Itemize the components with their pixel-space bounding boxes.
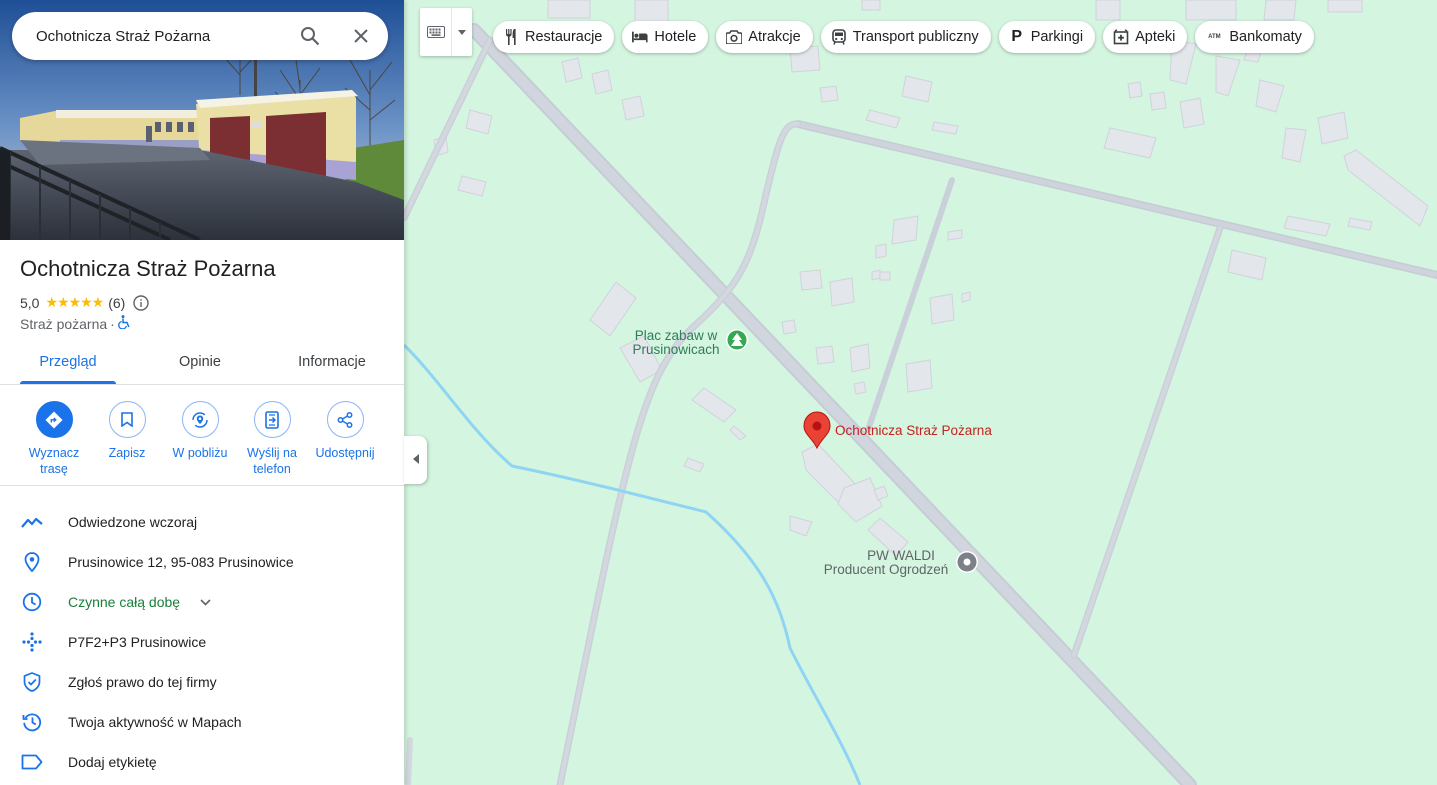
info-list: Odwiedzone wczoraj Prusinowice 12, 95-08…	[0, 502, 404, 782]
rating-row: 5,0 ★★★★★ (6)	[20, 294, 150, 311]
place-title: Ochotnicza Straż Pożarna	[20, 256, 276, 281]
atm-icon: ATM	[1208, 34, 1221, 40]
directions-button[interactable]: Wyznacz trasę	[14, 401, 94, 477]
directions-icon	[35, 401, 73, 438]
poi-business-line1: PW WALDI	[867, 548, 935, 563]
share-icon	[326, 401, 364, 438]
poi-playground-line1: Plac zabaw w	[634, 328, 718, 343]
selected-marker-icon	[803, 411, 831, 450]
info-claim-text: Zgłoś prawo do tej firmy	[68, 674, 217, 690]
verified-shield-icon	[20, 670, 44, 694]
chip-restaurants[interactable]: Restauracje	[493, 21, 615, 53]
poi-playground-line2: Prusinowicach	[632, 342, 720, 357]
clock-icon	[20, 590, 44, 614]
nearby-label: W pobliżu	[172, 446, 228, 460]
category-chips: Restauracje Hotele Atrakcje Transport pu…	[493, 21, 1314, 53]
collapse-panel-button[interactable]	[404, 436, 427, 484]
place-photo[interactable]	[0, 0, 404, 240]
nearby-icon	[181, 401, 219, 438]
category-row: Straż pożarna ·	[20, 315, 131, 332]
chip-attractions[interactable]: Atrakcje	[716, 21, 813, 53]
bookmark-icon	[108, 401, 146, 438]
label-line: telefon	[253, 462, 291, 476]
info-plus-code-text: P7F2+P3 Prusinowice	[68, 634, 207, 650]
info-plus-code[interactable]: P7F2+P3 Prusinowice	[0, 622, 404, 662]
category-separator: ·	[110, 315, 115, 332]
label-line: Wyślij na	[247, 446, 297, 460]
info-address[interactable]: Prusinowice 12, 95-083 Prusinowice	[0, 542, 404, 582]
chip-hotels[interactable]: Hotele	[622, 21, 709, 53]
chevron-left-icon	[412, 451, 419, 469]
info-claim[interactable]: Zgłoś prawo do tej firmy	[0, 662, 404, 702]
chevron-down-icon[interactable]	[200, 598, 211, 606]
place-category[interactable]: Straż pożarna	[20, 316, 107, 332]
history-icon	[20, 710, 44, 734]
nearby-button[interactable]: W pobliżu	[160, 401, 240, 461]
poi-business-label[interactable]: PW WALDI Producent Ogrodzeń	[814, 549, 958, 577]
wheelchair-icon	[117, 315, 131, 332]
share-label: Udostępnij	[315, 446, 375, 460]
chip-parking[interactable]: P Parkingi	[998, 21, 1096, 53]
input-tools-button[interactable]	[420, 8, 472, 56]
info-visited-text: Odwiedzone wczoraj	[68, 514, 198, 530]
send-to-phone-button[interactable]: Wyślij na telefon	[232, 401, 312, 477]
poi-playground-label[interactable]: Plac zabaw w Prusinowicach	[620, 329, 732, 357]
tab-about[interactable]: Informacje	[284, 340, 380, 384]
review-count[interactable]: (6)	[108, 295, 125, 311]
parking-icon: P	[1011, 28, 1023, 45]
camera-icon	[726, 29, 743, 45]
search-icon[interactable]	[298, 24, 322, 48]
rating-value: 5,0	[20, 294, 40, 311]
poi-selected-label[interactable]: Ochotnicza Straż Pożarna	[835, 424, 992, 438]
close-icon[interactable]	[349, 24, 373, 48]
info-add-label[interactable]: Dodaj etykietę	[0, 742, 404, 782]
trending-icon	[20, 510, 44, 534]
info-activity[interactable]: Twoja aktywność w Mapach	[0, 702, 404, 742]
label-icon	[20, 750, 44, 774]
chip-label: Apteki	[1135, 29, 1176, 45]
info-address-text: Prusinowice 12, 95-083 Prusinowice	[68, 554, 294, 570]
chip-pharmacy[interactable]: Apteki	[1103, 21, 1188, 53]
chip-label: Bankomaty	[1229, 29, 1302, 45]
poi-business-line2: Producent Ogrodzeń	[823, 562, 949, 577]
tab-overview[interactable]: Przegląd	[20, 340, 116, 384]
label-line: Wyznacz	[28, 446, 80, 460]
chip-label: Restauracje	[525, 29, 603, 45]
info-hours[interactable]: Czynne całą dobę	[0, 582, 404, 622]
send-to-phone-label: Wyślij na telefon	[247, 445, 297, 477]
search-box[interactable]	[12, 12, 388, 60]
search-input[interactable]	[36, 27, 286, 45]
directions-label: Wyznacz trasę	[29, 445, 80, 477]
info-visited[interactable]: Odwiedzone wczoraj	[0, 502, 404, 542]
chip-label: Hotele	[654, 29, 697, 45]
tab-reviews[interactable]: Opinie	[152, 340, 248, 384]
save-button[interactable]: Zapisz	[87, 401, 167, 461]
info-icon[interactable]	[133, 294, 150, 311]
plus-code-icon	[20, 630, 44, 654]
save-label: Zapisz	[108, 446, 146, 460]
chip-atm[interactable]: ATM Bankomaty	[1195, 21, 1314, 53]
chip-transit[interactable]: Transport publiczny	[820, 21, 991, 53]
send-to-phone-icon	[253, 401, 291, 438]
hotel-icon	[632, 29, 648, 45]
business-pin-icon	[956, 551, 978, 573]
rating-stars: ★★★★★	[45, 294, 104, 310]
transit-icon	[831, 29, 847, 45]
chip-label: Atrakcje	[748, 29, 801, 45]
action-buttons: Wyznacz trasę Zapisz W pobliżu Wyślij na t…	[0, 386, 404, 486]
info-hours-text: Czynne całą dobę	[68, 594, 181, 610]
caret-down-icon[interactable]	[452, 8, 472, 56]
place-panel: Ochotnicza Straż Pożarna 5,0 ★★★★★ (6) S…	[0, 0, 404, 785]
place-tabs: Przegląd Opinie Informacje	[0, 340, 404, 385]
label-line: trasę	[40, 462, 68, 476]
keyboard-icon[interactable]	[420, 8, 452, 56]
restaurant-icon	[503, 29, 519, 45]
info-add-label-text: Dodaj etykietę	[68, 754, 157, 770]
pharmacy-icon	[1113, 29, 1129, 45]
chip-label: Parkingi	[1030, 29, 1084, 45]
share-button[interactable]: Udostępnij	[305, 401, 385, 461]
chip-label: Transport publiczny	[852, 29, 979, 45]
info-activity-text: Twoja aktywność w Mapach	[68, 714, 242, 730]
location-pin-icon	[20, 550, 44, 574]
